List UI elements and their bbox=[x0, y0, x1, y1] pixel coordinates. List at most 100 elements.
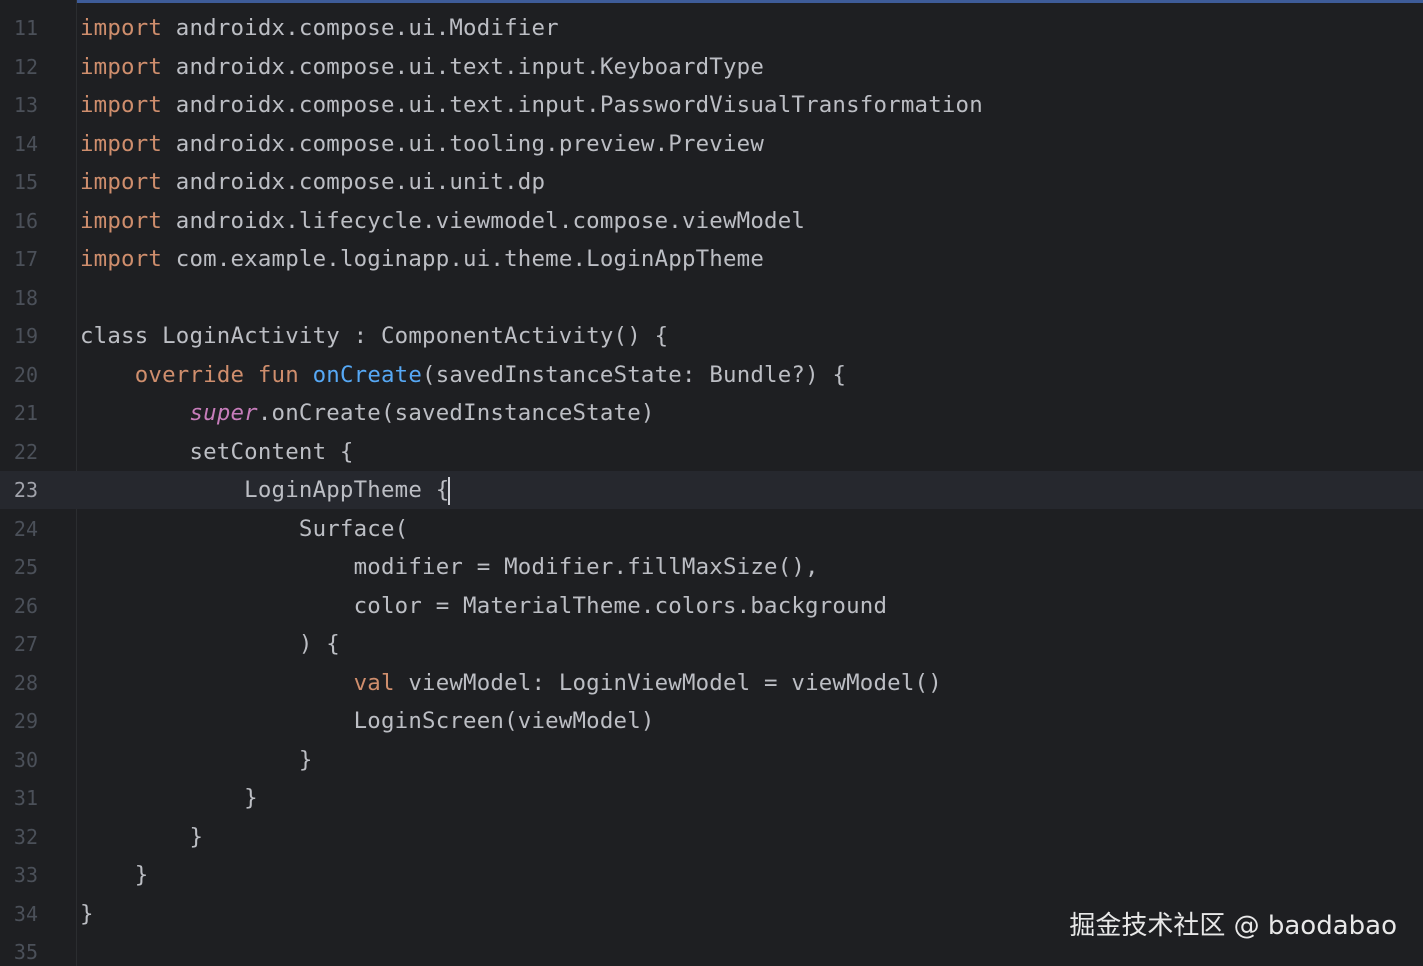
line-number: 12 bbox=[13, 54, 38, 79]
code-line[interactable]: 15 import androidx.compose.ui.unit.dp bbox=[0, 163, 1423, 201]
line-number: 26 bbox=[13, 593, 38, 618]
code-token: } bbox=[80, 862, 149, 888]
code-token: androidx.compose.ui.tooling.preview.Prev… bbox=[162, 130, 765, 157]
code-token: LoginScreen(viewModel) bbox=[80, 708, 655, 734]
keyword-token: import bbox=[80, 130, 163, 157]
code-text[interactable]: } bbox=[80, 741, 313, 779]
code-text[interactable]: setContent { bbox=[80, 433, 354, 471]
code-text[interactable]: modifier = Modifier.fillMaxSize(), bbox=[80, 548, 819, 586]
code-line[interactable]: 13 import androidx.compose.ui.text.input.… bbox=[0, 86, 1423, 124]
line-number: 32 bbox=[13, 824, 38, 849]
line-number: 27 bbox=[13, 632, 38, 656]
code-text[interactable]: } bbox=[80, 779, 258, 817]
keyword-token: import bbox=[80, 15, 163, 41]
code-line[interactable]: 26 color = MaterialTheme.colors.backgrou… bbox=[0, 587, 1423, 625]
code-token: androidx.compose.ui.text.input.KeyboardT… bbox=[162, 53, 765, 80]
code-line[interactable]: 21 super.onCreate(savedInstanceState) bbox=[0, 394, 1423, 432]
line-number: 28 bbox=[13, 670, 38, 695]
code-text[interactable]: } bbox=[80, 895, 94, 933]
code-line[interactable]: 17 import com.example.loginapp.ui.theme.L… bbox=[0, 240, 1423, 278]
line-number: 34 bbox=[13, 901, 38, 926]
line-number: 19 bbox=[13, 324, 38, 348]
function-token: onCreate bbox=[312, 361, 423, 388]
code-line[interactable]: 29 LoginScreen(viewModel) bbox=[0, 702, 1423, 740]
keyword-token: val bbox=[353, 669, 395, 696]
code-line[interactable]: 33 } bbox=[0, 856, 1423, 894]
code-line[interactable]: 25 modifier = Modifier.fillMaxSize(), bbox=[0, 548, 1423, 586]
line-number: 16 bbox=[13, 208, 38, 233]
code-token: class LoginActivity : ComponentActivity(… bbox=[80, 323, 669, 349]
code-text[interactable]: ) { bbox=[80, 625, 340, 663]
line-number: 23 bbox=[13, 478, 38, 502]
code-line[interactable]: 18 bbox=[0, 279, 1423, 317]
code-token: Surface( bbox=[80, 515, 409, 542]
code-line[interactable]: 14 import androidx.compose.ui.tooling.pre… bbox=[0, 125, 1423, 163]
code-token: androidx.compose.ui.unit.dp bbox=[162, 169, 546, 195]
keyword-token: import bbox=[80, 207, 163, 234]
line-number: 30 bbox=[13, 747, 38, 772]
code-editor[interactable]: 11 import androidx.compose.ui.Modifier 12 i… bbox=[0, 0, 1423, 966]
code-text[interactable]: import com.example.loginapp.ui.theme.Log… bbox=[80, 240, 764, 278]
line-number: 17 bbox=[13, 247, 38, 271]
code-line[interactable]: 12 import androidx.compose.ui.text.input.… bbox=[0, 48, 1423, 86]
code-line[interactable]: 28 val viewModel: LoginViewModel = viewM… bbox=[0, 664, 1423, 702]
line-number: 31 bbox=[13, 786, 38, 810]
keyword-token: import bbox=[80, 92, 163, 118]
code-token: color = MaterialTheme.colors.background bbox=[80, 592, 888, 619]
code-line[interactable]: 30 } bbox=[0, 741, 1423, 779]
code-token: setContent { bbox=[80, 438, 354, 465]
code-text[interactable]: import androidx.lifecycle.viewmodel.comp… bbox=[80, 202, 805, 240]
code-line[interactable]: 19 class LoginActivity : ComponentActivit… bbox=[0, 317, 1423, 355]
code-text[interactable]: override fun onCreate(savedInstanceState… bbox=[80, 356, 846, 394]
code-token: } bbox=[80, 823, 204, 850]
super-token: super bbox=[189, 400, 258, 426]
editor-top-border bbox=[0, 0, 1423, 3]
code-line[interactable]: 11 import androidx.compose.ui.Modifier bbox=[0, 9, 1423, 47]
line-number: 18 bbox=[13, 285, 38, 310]
code-text[interactable]: import androidx.compose.ui.Modifier bbox=[80, 9, 559, 47]
code-line[interactable]: 16 import androidx.lifecycle.viewmodel.co… bbox=[0, 202, 1423, 240]
code-token: } bbox=[80, 746, 313, 773]
code-text[interactable]: import androidx.compose.ui.tooling.previ… bbox=[80, 125, 764, 163]
line-number: 35 bbox=[13, 940, 38, 964]
code-line[interactable]: 22 setContent { bbox=[0, 433, 1423, 471]
code-text[interactable]: } bbox=[80, 856, 148, 894]
code-token: viewModel: LoginViewModel = viewModel() bbox=[394, 669, 942, 696]
code-line[interactable]: 23 LoginAppTheme { bbox=[0, 471, 1423, 509]
code-line[interactable]: 31 } bbox=[0, 779, 1423, 817]
code-token: LoginAppTheme { bbox=[80, 477, 450, 503]
code-text[interactable]: import androidx.compose.ui.unit.dp bbox=[80, 163, 545, 201]
line-number: 11 bbox=[13, 16, 38, 40]
code-text[interactable]: import androidx.compose.ui.text.input.Ke… bbox=[80, 48, 764, 86]
code-token: } bbox=[80, 785, 258, 811]
line-number: 21 bbox=[13, 401, 38, 425]
code-text[interactable]: super.onCreate(savedInstanceState) bbox=[80, 394, 655, 432]
code-token: (savedInstanceState: Bundle?) { bbox=[422, 361, 847, 388]
code-line[interactable]: 27 ) { bbox=[0, 625, 1423, 663]
code-line[interactable]: 32 } bbox=[0, 818, 1423, 856]
code-token: ) { bbox=[80, 631, 340, 657]
code-text[interactable]: class LoginActivity : ComponentActivity(… bbox=[80, 317, 668, 355]
line-number: 33 bbox=[13, 863, 38, 887]
code-token: } bbox=[80, 900, 94, 927]
keyword-token: import bbox=[80, 53, 163, 80]
code-text[interactable]: import androidx.compose.ui.text.input.Pa… bbox=[80, 86, 983, 124]
watermark: 掘金技术社区 @ baodabao bbox=[1069, 911, 1397, 941]
code-text[interactable]: val viewModel: LoginViewModel = viewMode… bbox=[80, 664, 942, 702]
code-line[interactable]: 20 override fun onCreate(savedInstanceSt… bbox=[0, 356, 1423, 394]
code-text[interactable]: Surface( bbox=[80, 510, 408, 548]
code-token: androidx.compose.ui.text.input.PasswordV… bbox=[162, 92, 983, 118]
code-text[interactable]: color = MaterialTheme.colors.background bbox=[80, 587, 887, 625]
line-number: 29 bbox=[13, 709, 38, 733]
code-text[interactable]: LoginAppTheme { bbox=[80, 471, 451, 509]
code-token: modifier = Modifier.fillMaxSize(), bbox=[80, 554, 819, 580]
code-text[interactable]: } bbox=[80, 818, 203, 856]
line-number: 15 bbox=[13, 170, 38, 194]
code-line[interactable]: 24 Surface( bbox=[0, 510, 1423, 548]
keyword-token: import bbox=[80, 169, 163, 195]
code-text[interactable]: LoginScreen(viewModel) bbox=[80, 702, 655, 740]
line-number: 13 bbox=[13, 93, 38, 117]
